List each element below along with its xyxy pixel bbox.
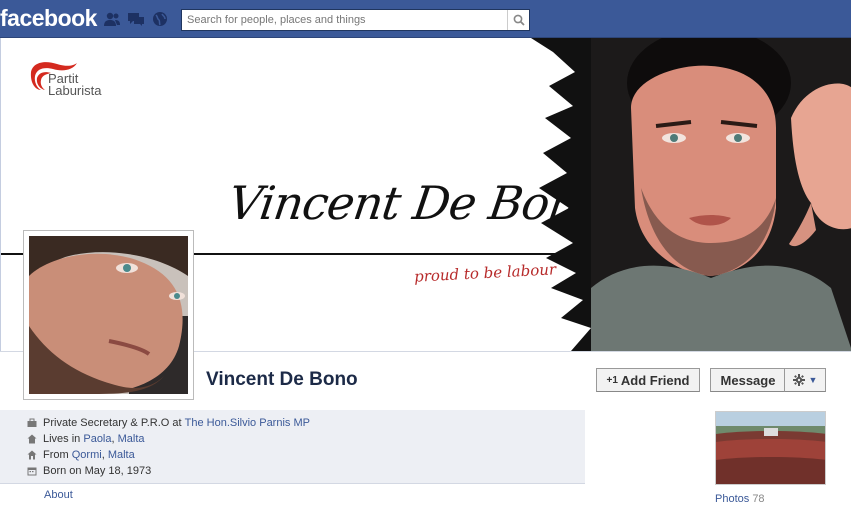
- birthday-info: Born on May 18, 1973: [27, 465, 151, 477]
- hometown-info: From Qormi, Malta: [27, 449, 135, 461]
- house-icon: [27, 434, 37, 444]
- add-friend-label: Add Friend: [620, 372, 690, 388]
- lives-country-link[interactable]: Malta: [118, 433, 145, 445]
- gear-icon: [792, 374, 805, 386]
- search-button[interactable]: [507, 10, 529, 30]
- add-friend-button[interactable]: +1 Add Friend: [596, 368, 700, 392]
- photos-count: 78: [752, 493, 765, 505]
- briefcase-icon: [27, 418, 37, 427]
- search-box: [181, 9, 530, 31]
- search-input[interactable]: [182, 10, 507, 30]
- photos-link[interactable]: Photos 78: [715, 493, 765, 505]
- photos-label: Photos: [715, 493, 750, 505]
- crowd-photo-image: [716, 412, 825, 484]
- home-pin-icon: [27, 450, 37, 460]
- party-logo-text: Partit Laburista: [48, 72, 102, 98]
- notifications-globe-icon[interactable]: [151, 11, 169, 27]
- profile-photo-image: [29, 236, 188, 394]
- messages-icon[interactable]: [127, 11, 145, 27]
- from-separator: ,: [101, 449, 105, 461]
- about-tab-link[interactable]: About: [44, 489, 73, 501]
- search-icon: [513, 14, 525, 26]
- profile-name[interactable]: Vincent De Bono: [206, 369, 358, 391]
- work-prefix: Private Secretary & P.R.O at: [43, 417, 182, 429]
- employer-link[interactable]: The Hon.Silvio Parnis MP: [185, 417, 310, 429]
- calendar-icon: [27, 467, 37, 476]
- friend-requests-icon[interactable]: [103, 11, 121, 27]
- party-logo-line2: Laburista: [48, 83, 102, 98]
- from-city-link[interactable]: Qormi: [72, 449, 102, 461]
- lives-separator: ,: [111, 433, 115, 445]
- profile-info-panel: Private Secretary & P.R.O at The Hon.Sil…: [0, 410, 585, 484]
- lives-city-link[interactable]: Paola: [83, 433, 111, 445]
- from-country-link[interactable]: Malta: [108, 449, 135, 461]
- profile-picture[interactable]: [23, 230, 194, 400]
- top-navigation-bar: facebook: [0, 0, 851, 38]
- facebook-logo[interactable]: facebook: [0, 5, 97, 32]
- cover-portrait-image: [531, 38, 851, 351]
- lives-in-info: Lives in Paola, Malta: [27, 433, 145, 445]
- work-info: Private Secretary & P.R.O at The Hon.Sil…: [27, 417, 310, 429]
- photos-thumbnail[interactable]: [715, 411, 826, 485]
- settings-dropdown-button[interactable]: ▼: [784, 368, 826, 392]
- message-label: Message: [720, 372, 776, 388]
- from-prefix: From: [43, 449, 69, 461]
- chevron-down-icon: ▼: [808, 375, 818, 385]
- message-button[interactable]: Message: [710, 368, 785, 392]
- birthday-text: Born on May 18, 1973: [43, 465, 152, 477]
- add-friend-plus-icon: +1: [606, 374, 618, 386]
- lives-prefix: Lives in: [43, 433, 81, 445]
